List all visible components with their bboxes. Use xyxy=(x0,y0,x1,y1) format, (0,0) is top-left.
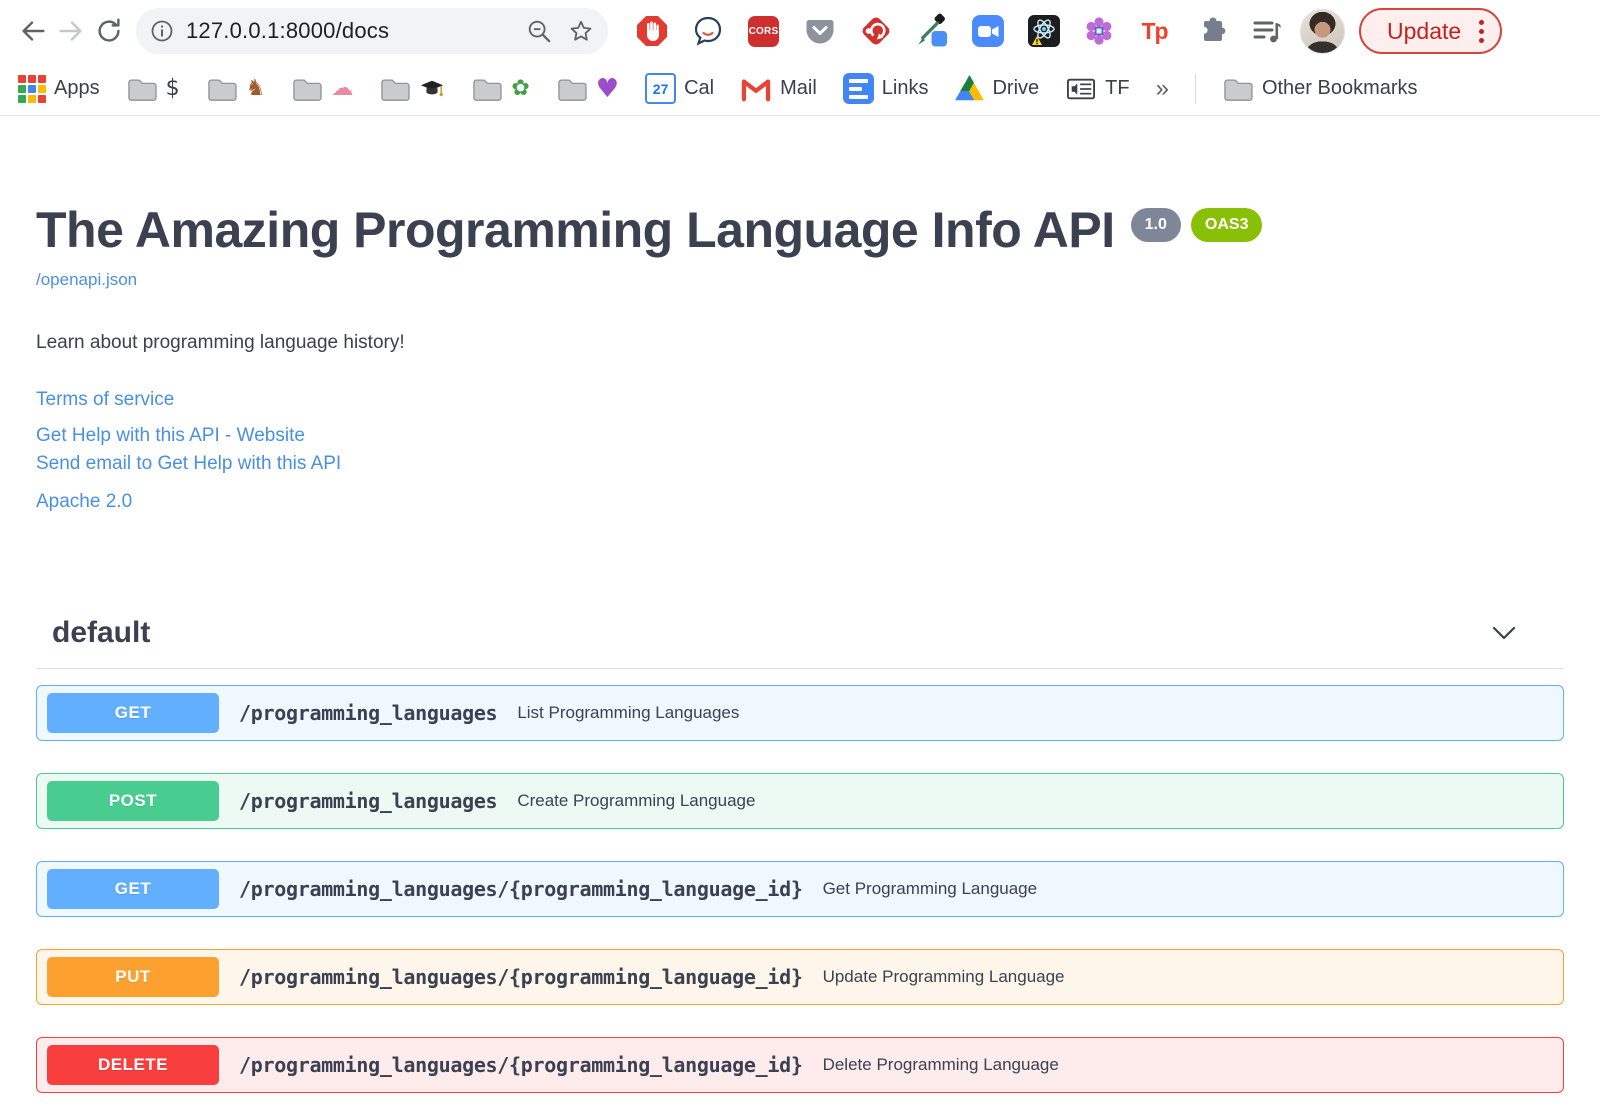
folder-icon xyxy=(473,78,502,101)
tp-extension-icon[interactable]: Tp xyxy=(1137,14,1172,49)
method-badge: POST xyxy=(47,780,219,821)
oas3-badge: OAS3 xyxy=(1190,208,1263,242)
operation-summary: Update Programming Language xyxy=(822,966,1065,986)
operation-post-create[interactable]: POST /programming_languages Create Progr… xyxy=(36,772,1564,829)
operation-path: /programming_languages/{programming_lang… xyxy=(239,1052,803,1077)
terms-of-service-link[interactable]: Terms of service xyxy=(36,386,1564,414)
site-info-icon[interactable] xyxy=(150,19,174,43)
method-badge: PUT xyxy=(47,956,219,997)
api-description: Learn about programming language history… xyxy=(36,331,405,353)
announcement-card-icon xyxy=(1067,78,1096,99)
bookmark-star-icon[interactable] xyxy=(568,18,594,44)
folder-icon xyxy=(207,78,237,101)
extensions-row: CORS Tp xyxy=(634,13,1284,49)
license-link[interactable]: Apache 2.0 xyxy=(36,488,1564,516)
stop-hand-extension-icon[interactable] xyxy=(634,14,669,49)
brain-icon: ☁ xyxy=(331,75,354,101)
bookmark-folder-purple-heart[interactable]: ♥ xyxy=(556,75,619,103)
operation-put-update[interactable]: PUT /programming_languages/{programming_… xyxy=(36,948,1564,1005)
react-devtools-warning-extension-icon[interactable] xyxy=(1026,14,1061,49)
operations-list: GET /programming_languages List Programm… xyxy=(36,684,1564,1093)
bookmarks-divider xyxy=(1194,73,1196,104)
browser-menu-icon[interactable] xyxy=(1479,19,1485,43)
playlist-extension-icon[interactable] xyxy=(1249,14,1284,49)
reload-button[interactable] xyxy=(90,12,128,50)
folder-icon xyxy=(127,78,157,101)
bookmark-tf[interactable]: TF xyxy=(1065,75,1130,103)
operation-summary: Create Programming Language xyxy=(517,790,756,810)
bookmark-drive[interactable]: Drive xyxy=(954,75,1039,103)
pocket-extension-icon[interactable] xyxy=(802,14,837,49)
carousel-horse-icon: ♞ xyxy=(245,75,266,101)
back-icon xyxy=(22,21,45,41)
bookmark-calendar[interactable]: 27 Cal xyxy=(645,73,714,104)
forward-button[interactable] xyxy=(52,12,90,50)
operation-path: /programming_languages xyxy=(239,700,498,725)
google-calendar-icon: 27 xyxy=(645,73,677,104)
bookmark-mail[interactable]: Mail xyxy=(740,76,817,102)
herb-icon: ✿ xyxy=(511,75,530,101)
bookmarks-overflow-chevron[interactable]: » xyxy=(1156,75,1169,103)
links-list-icon xyxy=(842,73,874,104)
purple-heart-icon: ♥ xyxy=(595,73,620,104)
puzzle-piece-extensions-icon[interactable] xyxy=(1193,14,1228,49)
bookmark-links[interactable]: Links xyxy=(842,73,928,104)
openapi-json-link[interactable]: /openapi.json xyxy=(36,270,137,290)
bookmark-apps[interactable]: Apps xyxy=(18,74,100,103)
section-title: default xyxy=(52,615,151,649)
method-badge: GET xyxy=(47,868,219,909)
folder-icon xyxy=(293,78,322,101)
red-arrow-extension-icon[interactable] xyxy=(858,14,893,49)
video-camera-extension-icon[interactable] xyxy=(970,14,1005,49)
method-badge: DELETE xyxy=(47,1044,219,1085)
folder-icon xyxy=(558,78,587,101)
dollar-glyph: $ xyxy=(165,75,180,101)
folder-icon xyxy=(381,78,410,101)
swagger-docs-page: The Amazing Programming Language Info AP… xyxy=(0,116,1600,1093)
bookmark-folder-graduation-cap[interactable] xyxy=(379,75,445,103)
bookmark-folder-herb[interactable]: ✿ xyxy=(471,75,530,103)
bookmarks-bar: Apps $ ♞ ☁ ✿ ♥ 27 Cal Mail Links Drive T… xyxy=(0,62,1600,116)
chrome-update-button[interactable]: Update xyxy=(1359,8,1503,54)
update-label: Update xyxy=(1387,17,1462,44)
url-text[interactable]: 127.0.0.1:8000/docs xyxy=(186,18,526,44)
back-button[interactable] xyxy=(14,12,52,50)
operation-path: /programming_languages xyxy=(239,788,498,813)
operation-delete[interactable]: DELETE /programming_languages/{programmi… xyxy=(36,1036,1564,1093)
zoom-out-icon[interactable] xyxy=(526,18,552,44)
address-bar[interactable]: 127.0.0.1:8000/docs xyxy=(136,8,608,54)
method-badge: GET xyxy=(47,692,219,733)
operation-summary: Get Programming Language xyxy=(822,878,1038,898)
help-email-link[interactable]: Send email to Get Help with this API xyxy=(36,450,1564,478)
other-bookmarks[interactable]: Other Bookmarks xyxy=(1222,75,1418,103)
google-drive-icon xyxy=(955,75,984,101)
profile-avatar[interactable] xyxy=(1300,8,1345,54)
reload-icon xyxy=(98,18,120,42)
operation-path: /programming_languages/{programming_lang… xyxy=(239,876,803,901)
browser-toolbar: 127.0.0.1:8000/docs CORS Tp Update xyxy=(0,0,1600,62)
folder-icon xyxy=(1224,78,1253,101)
operation-path: /programming_languages/{programming_lang… xyxy=(239,964,803,989)
operation-summary: Delete Programming Language xyxy=(822,1054,1059,1074)
apps-grid-icon xyxy=(18,74,46,103)
color-picker-eyedropper-extension-icon[interactable] xyxy=(914,13,949,49)
operation-get-list[interactable]: GET /programming_languages List Programm… xyxy=(36,684,1564,741)
help-website-link[interactable]: Get Help with this API - Website xyxy=(36,422,1564,450)
gmail-icon xyxy=(741,78,771,101)
version-badge: 1.0 xyxy=(1130,208,1181,242)
purple-pinwheel-extension-icon[interactable] xyxy=(1082,14,1116,48)
page-title: The Amazing Programming Language Info AP… xyxy=(36,202,1115,258)
bookmark-folder-brain[interactable]: ☁ xyxy=(291,75,353,103)
cors-extension-icon[interactable]: CORS xyxy=(746,14,781,49)
forward-icon xyxy=(59,21,82,41)
section-header-default[interactable]: default xyxy=(36,616,1564,669)
bookmark-folder-carousel-horse[interactable]: ♞ xyxy=(206,75,266,103)
chat-bubble-extension-icon[interactable] xyxy=(690,14,725,49)
operation-get-one[interactable]: GET /programming_languages/{programming_… xyxy=(36,860,1564,917)
graduation-cap-icon xyxy=(421,80,444,96)
operation-summary: List Programming Languages xyxy=(517,702,740,722)
chevron-down-icon[interactable] xyxy=(1492,626,1516,640)
bookmark-folder-dollar[interactable]: $ xyxy=(126,75,180,103)
